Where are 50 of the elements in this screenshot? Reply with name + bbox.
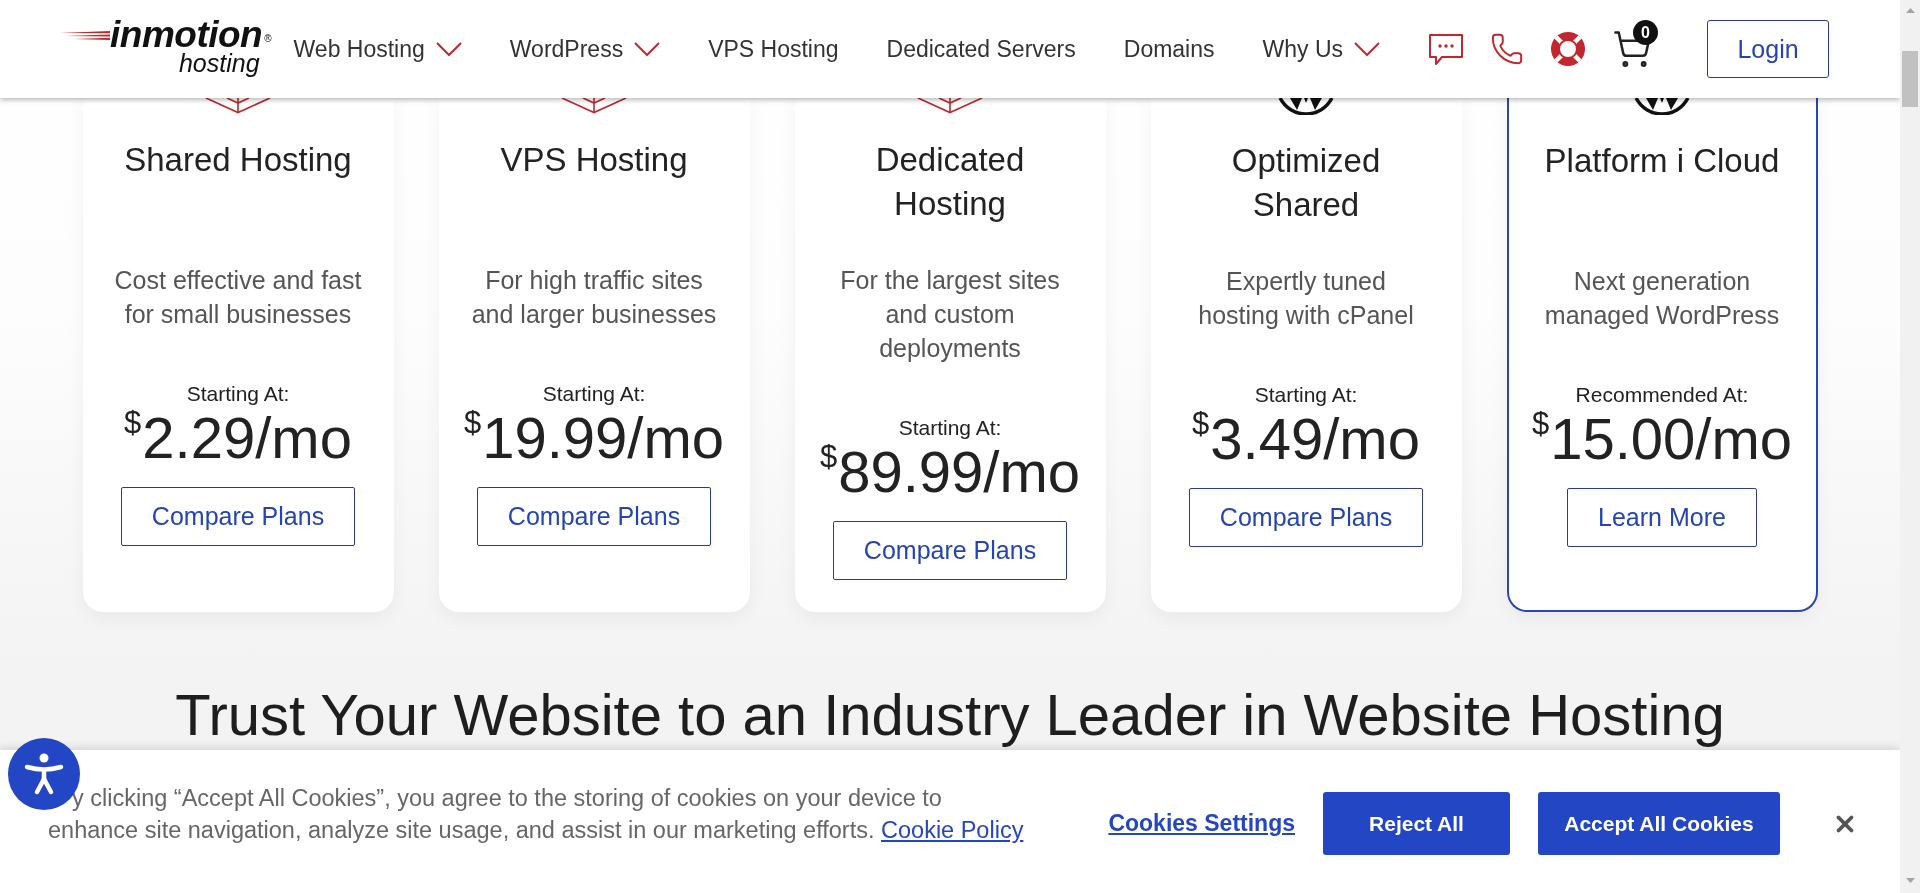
cookie-notice-text: y clicking “Accept All Cookies”, you agree to the storing of cookies on your device to enhance site navigation, analyze site usage, and assist in our marketing efforts. Cookie Policy bbox=[48, 784, 1025, 845]
cube-icon bbox=[917, 98, 983, 114]
nav-menu-item[interactable]: Web Hosting bbox=[293, 35, 462, 63]
plan-title: Dedicated Hosting bbox=[875, 140, 1025, 224]
plan-button[interactable]: Compare Plans bbox=[120, 487, 356, 546]
plan-button[interactable]: Compare Plans bbox=[476, 487, 712, 546]
cookies-settings-link[interactable]: Cookies Settings bbox=[1108, 810, 1295, 837]
plan-description: Expertly tuned hosting with cPanel bbox=[1198, 266, 1414, 331]
cube-icon bbox=[561, 98, 627, 114]
nav-menu-item[interactable]: VPS Hosting bbox=[708, 35, 839, 63]
plan-price: $^{$}$2.29/mo bbox=[124, 409, 352, 467]
plan-price: $^{$}$89.99/mo bbox=[819, 443, 1081, 501]
price-label: Starting At: bbox=[1254, 383, 1358, 407]
cart-count-badge: 0 bbox=[1633, 20, 1659, 45]
plan-title: VPS Hosting bbox=[500, 140, 688, 180]
plan-title: Shared Hosting bbox=[124, 140, 352, 180]
price-label: Recommended At: bbox=[1575, 383, 1749, 407]
plan-description: For high traffic sites and larger businesses bbox=[471, 265, 717, 330]
nav-menu-item[interactable]: Why Us bbox=[1262, 35, 1381, 63]
reject-all-button[interactable]: Reject All bbox=[1323, 792, 1510, 855]
phone-icon[interactable] bbox=[1490, 32, 1525, 66]
price-label: Starting At: bbox=[542, 382, 646, 406]
plan-title: Optimized Shared bbox=[1231, 141, 1381, 225]
lifebuoy-icon[interactable] bbox=[1550, 31, 1587, 67]
accessibility-icon bbox=[23, 752, 65, 796]
plan-title: Platform i Cloud bbox=[1544, 141, 1780, 181]
nav-menu-item[interactable]: Dedicated Servers bbox=[886, 35, 1076, 63]
registered-mark: ® bbox=[264, 34, 272, 44]
plan-description: For the largest sites and custom deployments bbox=[840, 265, 1060, 364]
plan-price: $^{$}$19.99/mo bbox=[463, 409, 725, 467]
plan-description: Cost effective and fast for small businesses bbox=[114, 265, 362, 330]
price-label: Starting At: bbox=[898, 416, 1002, 440]
logo-wordmark: inmotion bbox=[110, 19, 263, 51]
plan-button[interactable]: Compare Plans bbox=[832, 521, 1068, 580]
login-button[interactable]: Login bbox=[1707, 20, 1830, 78]
nav-menu-item[interactable]: Domains bbox=[1123, 35, 1215, 63]
cookie-policy-link[interactable]: Cookie Policy bbox=[881, 817, 1024, 843]
accept-all-button[interactable]: Accept All Cookies bbox=[1538, 792, 1780, 855]
scrollbar-thumb[interactable] bbox=[1902, 51, 1918, 107]
plan-button[interactable]: Learn More bbox=[1567, 488, 1757, 547]
plan-description: Next generation managed WordPress bbox=[1544, 266, 1780, 331]
cube-icon bbox=[205, 98, 271, 114]
section-heading: Trust Your Website to an Industry Leader in Website Hosting bbox=[174, 682, 1726, 748]
plan-price: $^{$}$3.49/mo bbox=[1192, 410, 1420, 468]
price-label: Starting At: bbox=[186, 382, 290, 406]
chat-icon[interactable] bbox=[1428, 32, 1465, 66]
plan-price: $^{$}$15.00/mo bbox=[1531, 410, 1793, 468]
plan-button[interactable]: Compare Plans bbox=[1188, 488, 1424, 547]
logo-tagline: hosting bbox=[178, 51, 260, 75]
nav-menu-item[interactable]: WordPress bbox=[509, 35, 661, 63]
